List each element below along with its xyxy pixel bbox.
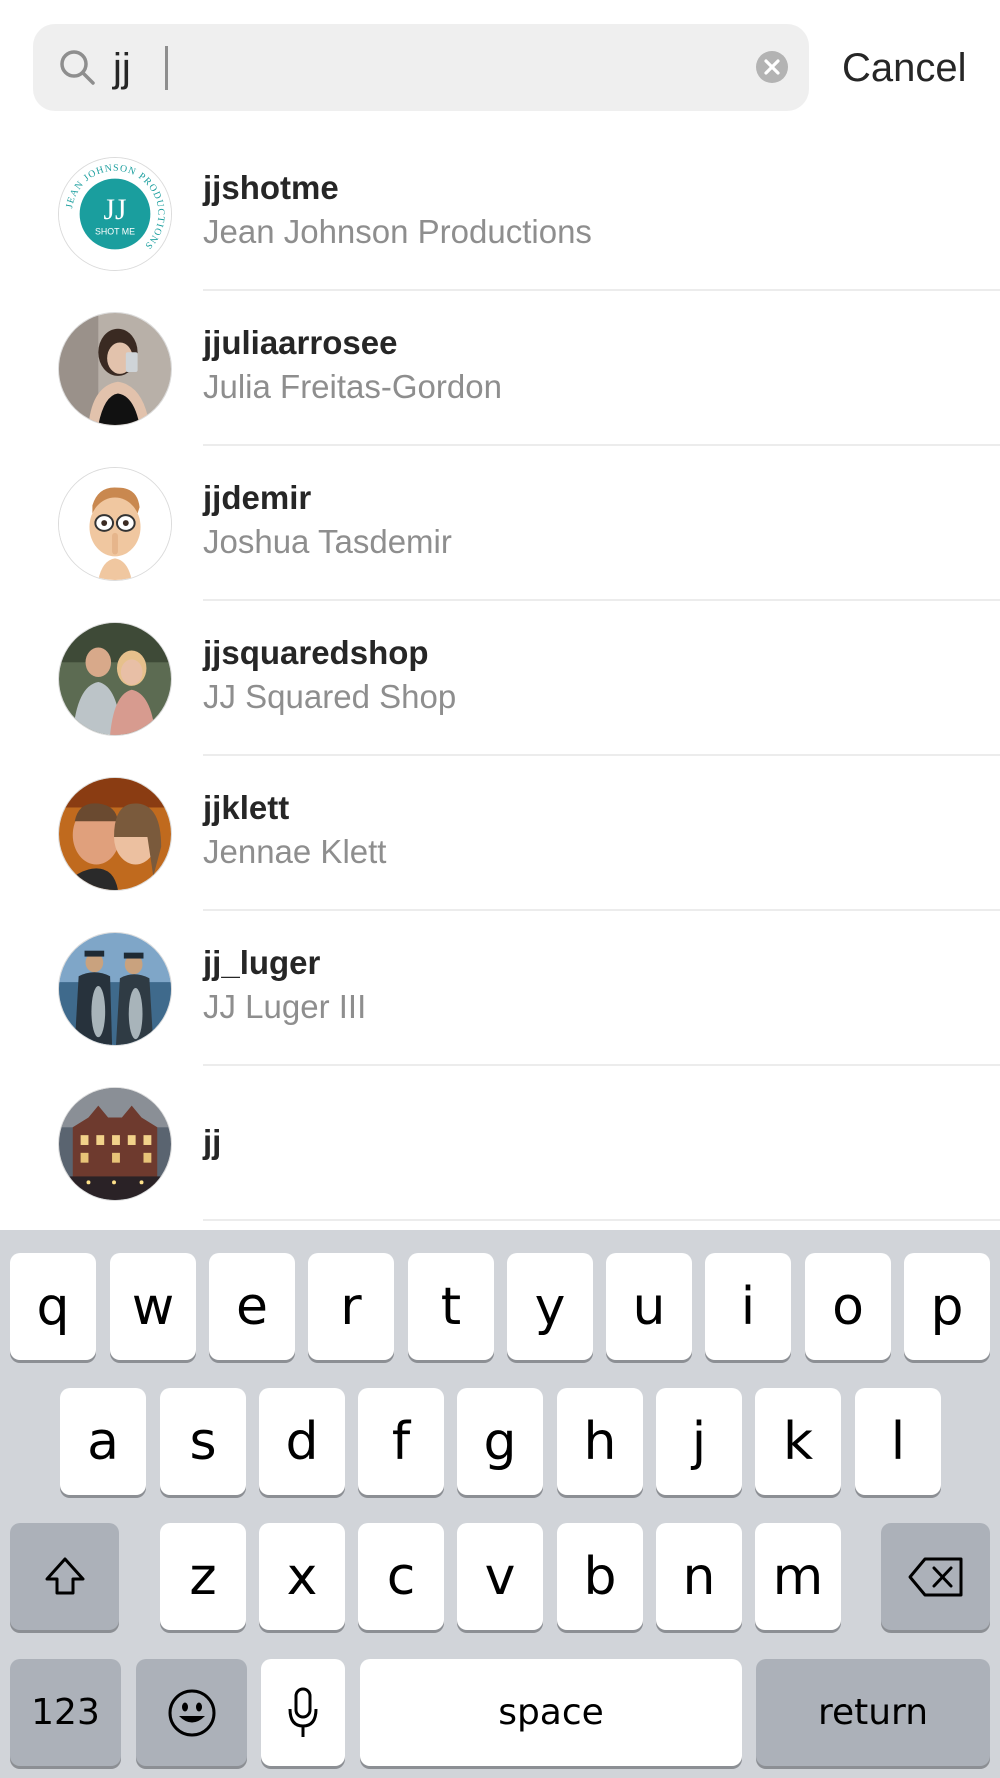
- result-fullname: Joshua Tasdemir: [203, 523, 452, 560]
- emoji-icon: [168, 1689, 215, 1736]
- key-d[interactable]: d: [259, 1388, 345, 1495]
- result-username: jjuliaarrosee: [203, 324, 398, 361]
- search-results-list[interactable]: JJ SHOT ME JEAN JOHNSON PRODUCTIONS jjsh…: [0, 136, 1000, 1230]
- search-bar[interactable]: jj: [33, 24, 809, 111]
- dictation-key[interactable]: [261, 1659, 345, 1766]
- key-t[interactable]: t: [408, 1253, 494, 1360]
- avatar: [58, 777, 172, 891]
- keyboard: q w e r t y u i o p a s d f g h j k l z …: [0, 1230, 1000, 1778]
- divider: [203, 1219, 1000, 1221]
- result-username: jjshotme: [203, 169, 339, 206]
- search-result-row[interactable]: jjdemir Joshua Tasdemir: [0, 446, 1000, 601]
- key-q[interactable]: q: [10, 1253, 96, 1360]
- key-g[interactable]: g: [457, 1388, 543, 1495]
- key-z[interactable]: z: [160, 1523, 246, 1630]
- logo-initials: JJ: [104, 194, 127, 226]
- key-s[interactable]: s: [160, 1388, 246, 1495]
- clear-search-icon[interactable]: [755, 50, 789, 84]
- emoji-key[interactable]: [136, 1659, 247, 1766]
- result-fullname: Jennae Klett: [203, 833, 387, 870]
- result-fullname: JJ Squared Shop: [203, 678, 457, 715]
- result-username: jj: [203, 1123, 222, 1160]
- search-icon: [60, 50, 95, 85]
- key-p[interactable]: p: [904, 1253, 990, 1360]
- result-fullname: JJ Luger III: [203, 988, 367, 1025]
- key-n[interactable]: n: [656, 1523, 742, 1630]
- logo-tagline: SHOT ME: [95, 227, 135, 237]
- key-h[interactable]: h: [557, 1388, 643, 1495]
- search-input[interactable]: jj: [113, 45, 131, 91]
- key-v[interactable]: v: [457, 1523, 543, 1630]
- search-result-row[interactable]: jj: [0, 1066, 1000, 1221]
- avatar: JJ SHOT ME JEAN JOHNSON PRODUCTIONS: [58, 157, 172, 271]
- key-j[interactable]: j: [656, 1388, 742, 1495]
- key-w[interactable]: w: [110, 1253, 196, 1360]
- search-result-row[interactable]: jjsquaredshop JJ Squared Shop: [0, 601, 1000, 756]
- avatar: [58, 467, 172, 581]
- avatar: [58, 312, 172, 426]
- result-fullname: Jean Johnson Productions: [203, 213, 592, 250]
- delete-key[interactable]: [881, 1523, 990, 1630]
- numbers-key[interactable]: 123: [10, 1659, 121, 1766]
- result-username: jjdemir: [203, 479, 312, 516]
- result-username: jjsquaredshop: [203, 634, 429, 671]
- key-i[interactable]: i: [705, 1253, 791, 1360]
- return-key[interactable]: return: [756, 1659, 990, 1766]
- search-result-row[interactable]: jjklett Jennae Klett: [0, 756, 1000, 911]
- search-result-row[interactable]: jjuliaarrosee Julia Freitas-Gordon: [0, 291, 1000, 446]
- key-k[interactable]: k: [755, 1388, 841, 1495]
- shift-icon: [45, 1557, 84, 1594]
- result-fullname: Julia Freitas-Gordon: [203, 368, 502, 405]
- result-username: jj_luger: [203, 944, 321, 981]
- key-r[interactable]: r: [308, 1253, 394, 1360]
- search-result-row[interactable]: jj_luger JJ Luger III: [0, 911, 1000, 1066]
- shift-key[interactable]: [10, 1523, 119, 1630]
- cancel-button[interactable]: Cancel: [842, 40, 967, 96]
- delete-icon: [908, 1557, 962, 1596]
- result-username: jjklett: [203, 789, 290, 826]
- space-key[interactable]: space: [360, 1659, 742, 1766]
- key-x[interactable]: x: [259, 1523, 345, 1630]
- search-result-row[interactable]: JJ SHOT ME JEAN JOHNSON PRODUCTIONS jjsh…: [0, 136, 1000, 291]
- key-m[interactable]: m: [755, 1523, 841, 1630]
- key-e[interactable]: e: [209, 1253, 295, 1360]
- avatar: [58, 932, 172, 1046]
- avatar: [58, 1087, 172, 1201]
- text-cursor: [165, 46, 168, 90]
- key-c[interactable]: c: [358, 1523, 444, 1630]
- key-f[interactable]: f: [358, 1388, 444, 1495]
- key-u[interactable]: u: [606, 1253, 692, 1360]
- avatar: [58, 622, 172, 736]
- key-b[interactable]: b: [557, 1523, 643, 1630]
- key-y[interactable]: y: [507, 1253, 593, 1360]
- key-o[interactable]: o: [805, 1253, 891, 1360]
- microphone-icon: [288, 1687, 318, 1737]
- key-a[interactable]: a: [60, 1388, 146, 1495]
- key-l[interactable]: l: [855, 1388, 941, 1495]
